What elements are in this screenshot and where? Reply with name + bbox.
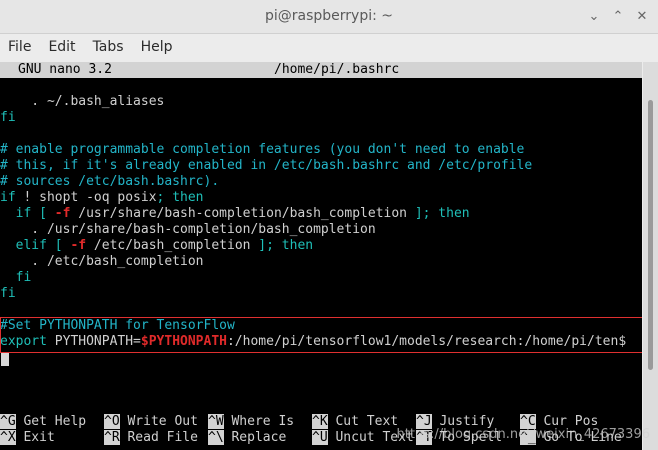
menu-bar: File Edit Tabs Help — [0, 34, 658, 60]
flag: -f — [62, 238, 87, 253]
code-line: fi — [0, 270, 32, 285]
shortcut-label: Cut Text — [327, 414, 399, 429]
highlight-box — [0, 317, 642, 353]
shortcut-label: Get Help — [15, 414, 87, 429]
code-comment: # this, if it's already enabled in /etc/… — [0, 158, 533, 173]
menu-file[interactable]: File — [8, 39, 31, 55]
nano-header: GNU nano 3.2 /home/pi/.bashrc — [0, 62, 642, 78]
code-line: . /etc/bash_completion — [0, 254, 204, 269]
keyword: if — [0, 190, 16, 205]
code-line: . ~/.bash_aliases — [0, 94, 165, 109]
shortcut-key: ^O — [104, 414, 120, 429]
menu-edit[interactable]: Edit — [48, 39, 75, 55]
shortcut-key: ^U — [312, 430, 328, 445]
code-comment: # sources /etc/bash.bashrc). — [0, 174, 220, 189]
shortcut-label: Where Is — [223, 414, 295, 429]
shortcut-label: Write Out — [119, 414, 198, 429]
shortcut-label: Replace — [223, 430, 287, 445]
shortcut-key: ^G — [0, 414, 16, 429]
shortcut-label: Exit — [15, 430, 55, 445]
shortcut-key: ^\ — [208, 430, 224, 445]
terminal-area[interactable]: GNU nano 3.2 /home/pi/.bashrc . ~/.bash_… — [0, 62, 642, 450]
shortcut-get-help[interactable]: ^G Get Help — [0, 414, 86, 430]
shortcut-replace[interactable]: ^\ Replace — [208, 430, 286, 446]
text-cursor — [1, 353, 9, 366]
watermark-text: https://blog.csdn.net/weixin_42673396 — [396, 427, 650, 442]
keyword: ]; then — [407, 206, 470, 221]
keyword: ]; then — [250, 238, 314, 253]
nano-filename: /home/pi/.bashrc — [274, 62, 400, 77]
code-line: . /usr/share/bash-completion/bash_comple… — [0, 222, 376, 237]
code-line: if [ -f /usr/share/bash-completion/bash_… — [0, 206, 470, 222]
minimize-icon[interactable]: ⌄ — [586, 9, 602, 25]
flag: -f — [46, 206, 71, 221]
close-icon[interactable]: ✕ — [634, 9, 650, 25]
menu-help[interactable]: Help — [141, 39, 173, 55]
menu-tabs[interactable]: Tabs — [93, 39, 124, 55]
window-titlebar: pi@raspberrypi: ~ ⌄ ⌃ ✕ — [0, 0, 658, 34]
code-text: /etc/bash_completion — [86, 238, 251, 253]
keyword: if [ — [0, 206, 47, 221]
code-line: fi — [0, 110, 16, 125]
shortcut-cut-text[interactable]: ^K Cut Text — [312, 414, 398, 430]
window-title: pi@raspberrypi: ~ — [264, 8, 394, 24]
scrollbar-thumb[interactable] — [648, 100, 653, 370]
shortcut-label: Read File — [119, 430, 198, 445]
code-line: if ! shopt -oq posix; then — [0, 190, 204, 206]
code-line: elif [ -f /etc/bash_completion ]; then — [0, 238, 313, 254]
keyword: elif [ — [0, 238, 63, 253]
keyword: ; then — [156, 190, 204, 205]
shortcut-write-out[interactable]: ^O Write Out — [104, 414, 198, 430]
code-comment: # enable programmable completion feature… — [0, 142, 525, 157]
shortcut-key: ^X — [0, 430, 16, 445]
code-text: ! shopt -oq posix — [15, 190, 157, 205]
shortcut-read-file[interactable]: ^R Read File — [104, 430, 198, 446]
shortcut-key: ^R — [104, 430, 120, 445]
code-line: fi — [0, 286, 16, 301]
shortcut-exit[interactable]: ^X Exit — [0, 430, 55, 446]
terminal-scrollbar[interactable] — [643, 62, 658, 450]
nano-version: GNU nano 3.2 — [18, 62, 112, 77]
code-text: /usr/share/bash-completion/bash_completi… — [70, 206, 407, 221]
shortcut-key: ^W — [208, 414, 224, 429]
shortcut-key: ^K — [312, 414, 328, 429]
shortcut-where-is[interactable]: ^W Where Is — [208, 414, 294, 430]
maximize-icon[interactable]: ⌃ — [610, 9, 626, 25]
